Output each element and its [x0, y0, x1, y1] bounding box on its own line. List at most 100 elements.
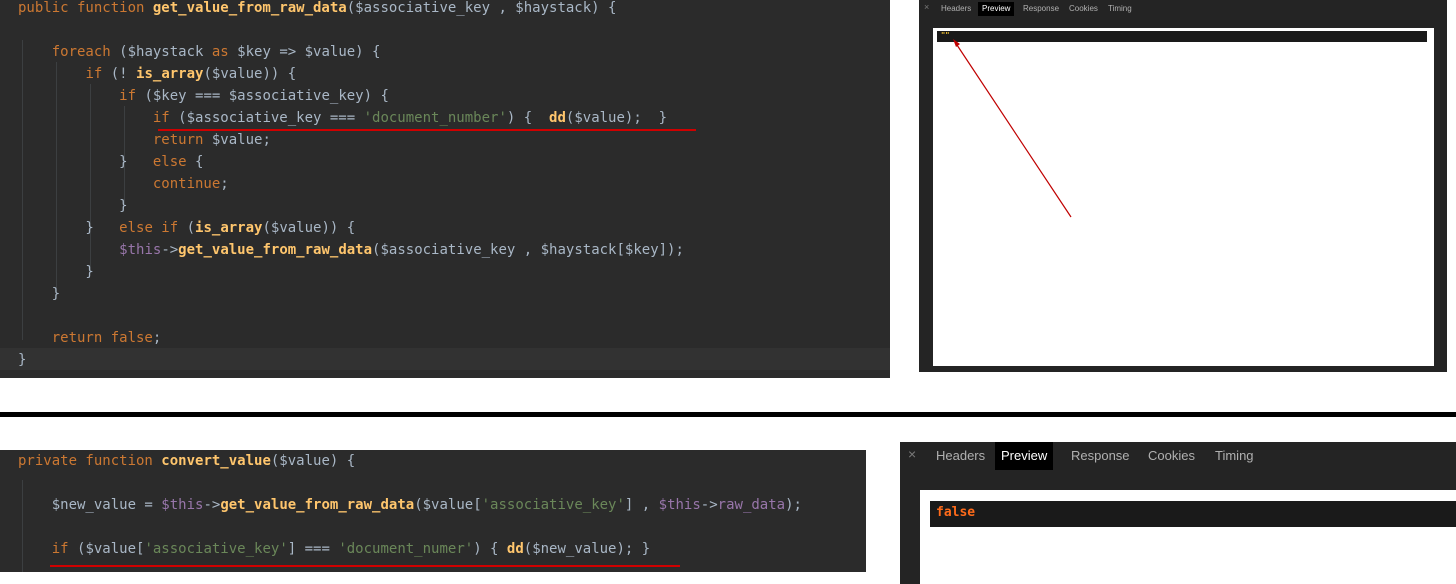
- code-token: ($associative_key , $haystack[$key]);: [372, 242, 684, 258]
- code-token: }: [18, 264, 94, 280]
- top-code-editor[interactable]: public function get_value_from_raw_data(…: [0, 0, 890, 378]
- bottom-preview-area: false: [920, 490, 1456, 584]
- bottom-code-editor[interactable]: private function convert_value($value) {…: [0, 450, 866, 572]
- code-token: }: [18, 220, 120, 236]
- code-token: }: [18, 198, 128, 214]
- close-icon[interactable]: ×: [924, 2, 929, 12]
- code-token: ] ,: [624, 497, 659, 513]
- code-token: ($value); }: [565, 110, 668, 126]
- code-token: get_value_from_raw_data: [152, 0, 347, 16]
- code-line: } else {: [18, 151, 203, 173]
- code-token: ->: [203, 497, 221, 513]
- code-line: }: [18, 349, 26, 371]
- separator-bar: [0, 412, 1456, 417]
- code-token: ($haystack: [119, 44, 212, 60]
- code-line: return $value;: [18, 129, 271, 151]
- code-line: foreach ($haystack as $key => $value) {: [18, 41, 381, 63]
- top-preview-area: "": [933, 28, 1434, 366]
- code-token: is_array: [136, 66, 204, 82]
- code-token: ] ===: [287, 541, 339, 557]
- code-token: ($associative_key , $haystack) {: [346, 0, 617, 16]
- code-line: continue;: [18, 173, 229, 195]
- tab-headers[interactable]: Headers: [930, 442, 991, 470]
- top-result-bar: [937, 31, 1427, 42]
- code-token: $this: [161, 497, 204, 513]
- close-icon[interactable]: ×: [908, 446, 916, 462]
- code-token: ) {: [473, 541, 507, 557]
- tab-timing[interactable]: Timing: [1104, 2, 1136, 16]
- code-token: convert_value: [161, 453, 271, 469]
- bottom-result-bar: [930, 501, 1456, 527]
- code-line: if (! is_array($value)) {: [18, 63, 296, 85]
- code-token: foreach: [51, 44, 120, 60]
- code-token: ($value[: [77, 541, 145, 557]
- code-token: 'associative_key': [144, 541, 288, 557]
- code-token: }: [18, 286, 61, 302]
- code-token: {: [195, 154, 204, 170]
- code-token: ->: [700, 497, 718, 513]
- code-token: ($value)) {: [203, 66, 297, 82]
- code-token: get_value_from_raw_data: [220, 497, 415, 513]
- code-token: ($value[: [414, 497, 482, 513]
- code-token: ($new_value); }: [523, 541, 651, 557]
- code-token: $this: [119, 242, 162, 258]
- code-token: }: [18, 154, 153, 170]
- code-token: $new_value =: [18, 497, 162, 513]
- code-token: ;: [220, 176, 229, 192]
- top-devtools-panel: × Headers Preview Response Cookies Timing "": [919, 0, 1447, 372]
- bottom-devtools-panel: × Headers Preview Response Cookies Timing fa…: [900, 442, 1456, 584]
- code-token: if: [51, 541, 78, 557]
- tab-preview[interactable]: Preview: [995, 442, 1054, 470]
- tab-cookies[interactable]: Cookies: [1065, 2, 1102, 16]
- tab-timing[interactable]: Timing: [1209, 442, 1260, 470]
- code-line: } else if (is_array($value)) {: [18, 217, 355, 239]
- code-token: );: [785, 497, 802, 513]
- code-line: }: [18, 195, 128, 217]
- code-token: dd: [549, 110, 566, 126]
- code-token: $key => $value) {: [237, 44, 381, 60]
- code-token: (!: [110, 66, 137, 82]
- code-line: }: [18, 261, 94, 283]
- code-line: if ($value['associative_key'] === 'docum…: [18, 538, 650, 560]
- code-token: ($value)) {: [262, 220, 356, 236]
- code-line: $new_value = $this->get_value_from_raw_d…: [18, 494, 802, 516]
- code-token: }: [18, 352, 27, 368]
- code-token: get_value_from_raw_data: [178, 242, 373, 258]
- code-token: (: [186, 220, 196, 236]
- code-token: public function: [18, 0, 153, 16]
- code-token: continue: [152, 176, 221, 192]
- underline-document-numer: [50, 565, 680, 567]
- underline-document-number: [158, 129, 696, 131]
- code-token: raw_data: [717, 497, 786, 513]
- code-token: else if: [119, 220, 187, 236]
- code-token: if: [85, 66, 111, 82]
- top-result-value: "": [941, 31, 950, 39]
- code-line: if ($associative_key === 'document_numbe…: [18, 107, 667, 129]
- code-token: as: [211, 44, 238, 60]
- code-token: private function: [18, 453, 162, 469]
- code-token: 'associative_key': [481, 497, 625, 513]
- tab-cookies[interactable]: Cookies: [1142, 442, 1201, 470]
- code-token: ($value) {: [270, 453, 356, 469]
- tab-response[interactable]: Response: [1019, 2, 1063, 16]
- tab-headers[interactable]: Headers: [937, 2, 975, 16]
- bottom-result-value: false: [936, 505, 976, 520]
- code-token: ($key === $associative_key) {: [144, 88, 389, 104]
- code-token: ($associative_key ===: [178, 110, 364, 126]
- tab-preview[interactable]: Preview: [978, 2, 1015, 16]
- code-token: ->: [161, 242, 179, 258]
- code-token: dd: [506, 541, 524, 557]
- tab-response[interactable]: Response: [1065, 442, 1136, 470]
- code-line: public function get_value_from_raw_data(…: [18, 0, 616, 19]
- code-token: if: [152, 110, 179, 126]
- code-line: if ($key === $associative_key) {: [18, 85, 389, 107]
- code-token: $value;: [211, 132, 271, 148]
